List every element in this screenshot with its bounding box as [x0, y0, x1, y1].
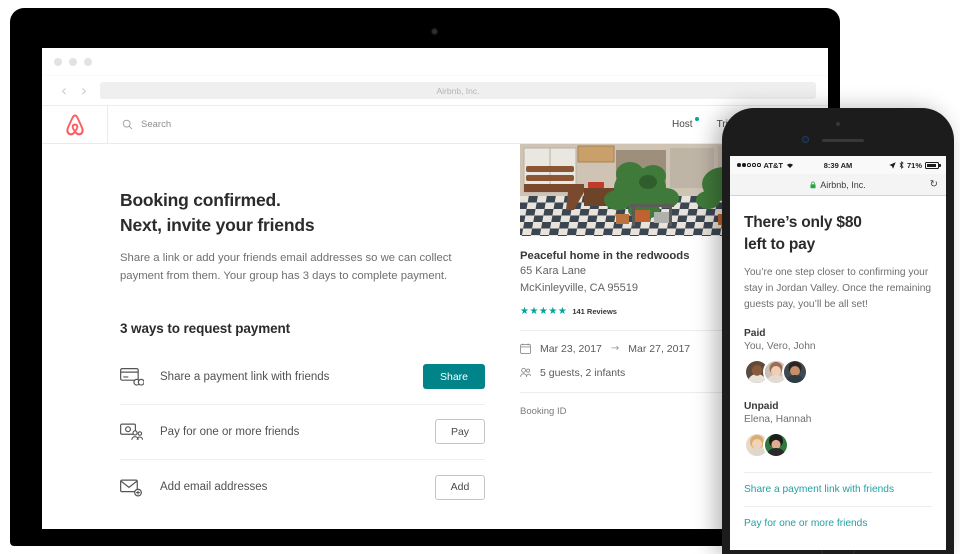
- paid-names: You, Vero, John: [744, 341, 816, 353]
- site-header: Search Host Trips Messages: [42, 105, 828, 144]
- guests-icon: [520, 368, 531, 378]
- phone-link-pay-for-friends[interactable]: Pay for one or more friends: [744, 506, 932, 540]
- laptop-webcam-icon: [432, 29, 437, 34]
- star-rating-icon: ★★★★★: [520, 305, 568, 317]
- avatar: [763, 432, 789, 459]
- page-body: Booking confirmed. Next, invite your fri…: [42, 144, 828, 529]
- minimize-window-button[interactable]: [69, 57, 77, 66]
- payment-option-label: Pay for one or more friends: [160, 425, 300, 438]
- laptop-screen: ‹ › Airbnb, Inc. Search Host Booking con…: [42, 48, 828, 529]
- reload-icon[interactable]: ↻: [930, 179, 938, 190]
- pay-button[interactable]: Pay: [435, 419, 485, 445]
- signal-strength-icon: [737, 163, 761, 167]
- belo-icon: [65, 113, 84, 135]
- safari-url-text: Airbnb, Inc.: [820, 179, 866, 190]
- macbook-device: ‹ › Airbnb, Inc. Search Host Booking con…: [10, 8, 840, 546]
- intro-paragraph: Share a link or add your friends email a…: [120, 251, 452, 283]
- nav-item-host[interactable]: Host: [672, 117, 699, 130]
- payment-options-list: Share a payment link with friends Share: [120, 350, 485, 515]
- close-window-button[interactable]: [54, 57, 62, 66]
- phone-screen: AT&T 8:39 AM 71% Airbnb, Inc. ↻ There’s …: [730, 156, 946, 550]
- phone-title-line1: There’s only $80: [744, 214, 862, 231]
- forward-button[interactable]: ›: [74, 82, 94, 99]
- unpaid-avatars: [744, 432, 932, 459]
- phone-title-line2: left to pay: [744, 236, 816, 253]
- phone-title: There’s only $80 left to pay: [744, 212, 932, 256]
- page-title: Booking confirmed. Next, invite your fri…: [120, 188, 512, 238]
- lock-icon: [810, 181, 816, 188]
- host-notification-badge: [694, 117, 699, 121]
- search-input[interactable]: Search: [108, 119, 672, 130]
- money-people-icon: [120, 422, 160, 441]
- share-button[interactable]: Share: [423, 364, 485, 390]
- address-bar[interactable]: Airbnb, Inc.: [100, 82, 816, 99]
- payment-option-label: Add email addresses: [160, 481, 268, 494]
- section-title: 3 ways to request payment: [120, 320, 291, 336]
- search-placeholder: Search: [141, 119, 172, 130]
- booking-id-label: Booking ID: [520, 405, 567, 417]
- review-count: 141 Reviews: [572, 306, 617, 316]
- credit-card-link-icon: [120, 367, 160, 387]
- date-arrow-icon: →: [610, 343, 620, 355]
- payment-option-row: Add email addresses Add: [120, 460, 485, 515]
- ios-status-bar: AT&T 8:39 AM 71%: [730, 156, 946, 174]
- paid-avatars: [744, 359, 932, 386]
- window-controls[interactable]: [54, 57, 92, 66]
- payment-option-row: Pay for one or more friends Pay: [120, 405, 485, 460]
- left-column: Booking confirmed. Next, invite your fri…: [42, 144, 512, 529]
- unpaid-section-title: Unpaid: [744, 401, 779, 413]
- airbnb-belo-logo[interactable]: [42, 105, 108, 144]
- status-left: AT&T: [737, 161, 824, 170]
- location-arrow-icon: [889, 161, 896, 169]
- check-in-date: Mar 23, 2017: [540, 342, 602, 355]
- payment-option-label: Share a payment link with friends: [160, 370, 330, 383]
- guests-count: 5 guests, 2 infants: [540, 366, 626, 379]
- calendar-icon: [520, 343, 531, 355]
- carrier-label: AT&T: [763, 160, 783, 170]
- avatar: [782, 359, 808, 386]
- maximize-window-button[interactable]: [84, 57, 92, 66]
- browser-navigation-bar: ‹ › Airbnb, Inc.: [42, 76, 828, 106]
- nav-item-host-label: Host: [672, 119, 693, 130]
- payment-option-row: Share a payment link with friends Share: [120, 350, 485, 405]
- phone-links: Share a payment link with friends Pay fo…: [744, 472, 932, 540]
- address-bar-text: Airbnb, Inc.: [436, 85, 480, 96]
- page-title-line1: Booking confirmed.: [120, 190, 281, 210]
- page-title-line2: Next, invite your friends: [120, 214, 315, 235]
- browser-titlebar: [42, 48, 828, 76]
- safari-address-bar[interactable]: Airbnb, Inc. ↻: [730, 174, 946, 196]
- clock-label: 8:39 AM: [823, 160, 853, 170]
- add-button[interactable]: Add: [435, 474, 485, 500]
- safari-url: Airbnb, Inc.: [810, 180, 866, 190]
- proximity-sensor-icon: [836, 122, 840, 126]
- phone-content: There’s only $80 left to pay You’re one …: [730, 196, 946, 540]
- status-right: 71%: [852, 160, 941, 170]
- envelope-plus-icon: [120, 478, 160, 497]
- earpiece-speaker-icon: [822, 139, 864, 142]
- search-icon: [122, 119, 133, 130]
- phone-body-text: You’re one step closer to confirming you…: [744, 267, 932, 310]
- battery-icon: [925, 161, 941, 169]
- check-out-date: Mar 27, 2017: [628, 342, 691, 355]
- phone-link-share-payment[interactable]: Share a payment link with friends: [744, 472, 932, 506]
- back-button[interactable]: ‹: [54, 82, 74, 99]
- paid-section-title: Paid: [744, 328, 766, 340]
- battery-percent-label: 71%: [907, 160, 923, 170]
- wifi-icon: [786, 163, 793, 168]
- iphone-device: AT&T 8:39 AM 71% Airbnb, Inc. ↻ There’s …: [722, 108, 954, 554]
- screenshot-stage: ‹ › Airbnb, Inc. Search Host Booking con…: [0, 0, 960, 554]
- unpaid-names: Elena, Hannah: [744, 414, 812, 426]
- bluetooth-icon: [899, 161, 904, 169]
- front-camera-icon: [802, 136, 809, 143]
